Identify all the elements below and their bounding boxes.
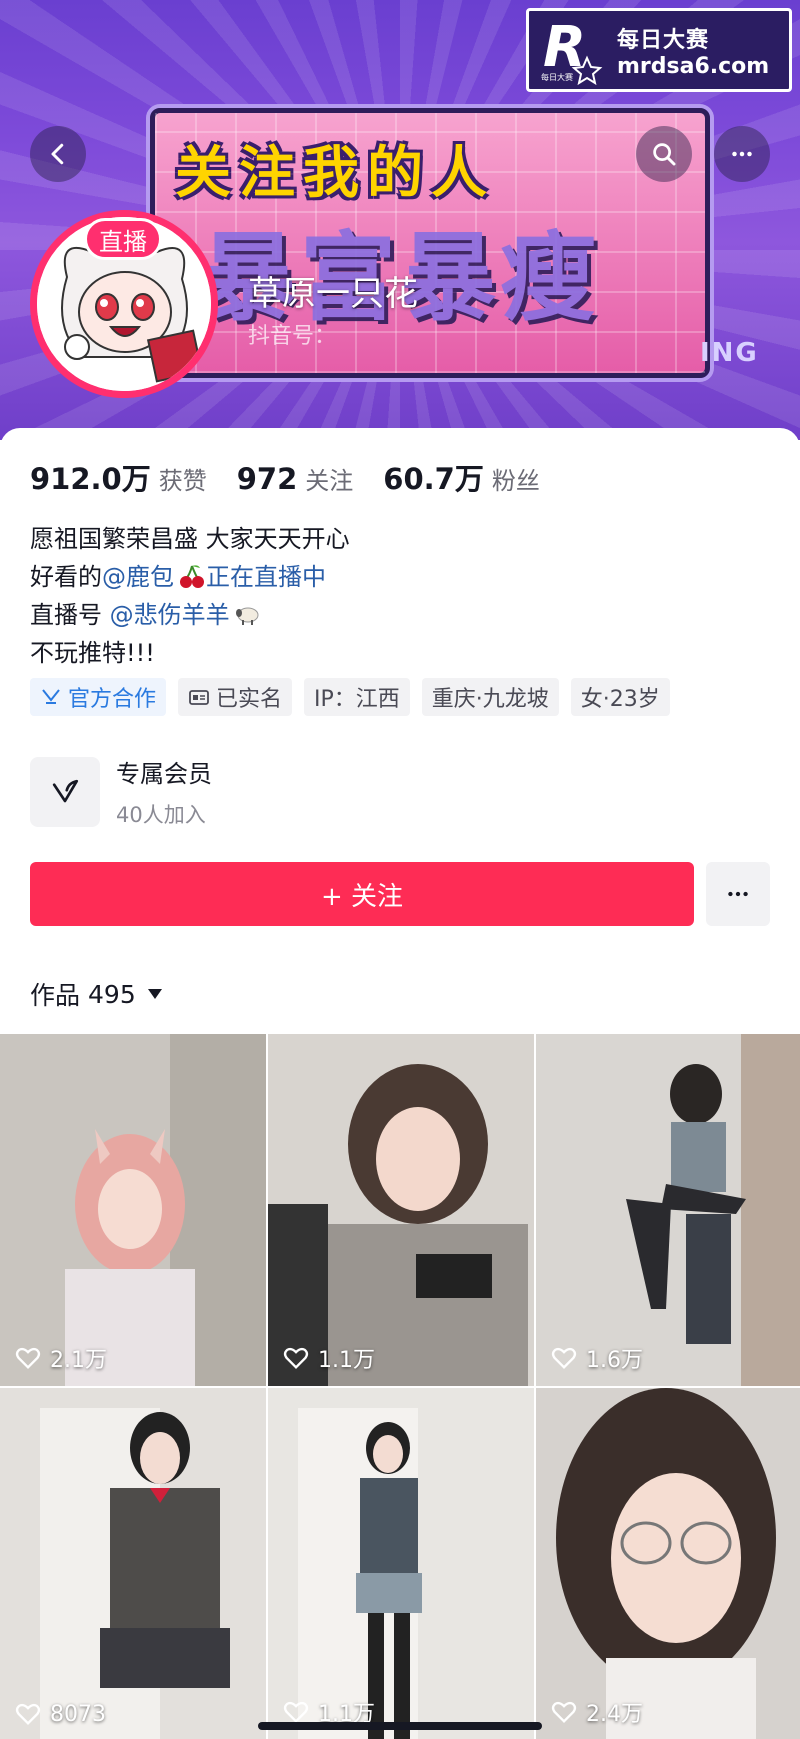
likes-count: 1.6万: [550, 1342, 643, 1374]
stat-label: 获赞: [158, 467, 207, 495]
watermark-text: 每日大赛 mrdsa6.com: [617, 22, 769, 79]
thumbnail-image: [0, 1034, 266, 1386]
watermark-title: 每日大赛: [617, 27, 710, 53]
banner-corner-text: ING: [700, 338, 759, 368]
bio: 愿祖国繁荣昌盛 大家天天开心 好看的@鹿包 正在直播中 直播号 @悲伤羊羊 不玩推…: [30, 520, 350, 672]
watermark: R 每日大赛 每日大赛 mrdsa6.com: [526, 8, 792, 92]
bio-line-2: 好看的@鹿包 正在直播中: [30, 558, 350, 596]
watermark-site: mrdsa6.com: [617, 53, 770, 79]
heart-icon: [551, 1701, 577, 1723]
member-title: 专属会员: [116, 760, 212, 788]
stat-followers[interactable]: 60.7万 粉丝: [383, 456, 540, 498]
stat-value: 912.0万: [30, 462, 151, 496]
tag-label: 女·23岁: [580, 687, 660, 712]
tag-label: IP：江西: [314, 687, 400, 712]
stat-label: 粉丝: [491, 467, 540, 495]
likes-value: 1.6万: [586, 1348, 643, 1373]
more-actions-button[interactable]: [706, 862, 770, 926]
bio-text: 好看的: [30, 563, 102, 591]
likes-count: 1.1万: [282, 1342, 375, 1374]
mention-link[interactable]: @悲伤羊羊: [110, 601, 230, 629]
video-thumbnail[interactable]: 1.1万: [268, 1034, 534, 1386]
works-tab[interactable]: 作品 495: [30, 976, 162, 1012]
likes-value: 2.1万: [50, 1348, 107, 1373]
video-grid: 2.1万 1.1万 1.6万 8073 1.1万 2.4万: [0, 1034, 800, 1739]
bio-line-3: 直播号 @悲伤羊羊: [30, 596, 350, 634]
svg-text:R: R: [543, 15, 586, 80]
banner-headline: 关注我的人: [175, 141, 495, 206]
tags-row: 官方合作 已实名 IP：江西 重庆·九龙坡 女·23岁: [30, 678, 682, 716]
caret-down-icon: [147, 989, 162, 999]
heart-icon: [15, 1703, 41, 1725]
bio-text: 直播号: [30, 601, 102, 629]
video-thumbnail[interactable]: 8073: [0, 1388, 266, 1739]
more-icon: [732, 151, 752, 157]
profile-card: 912.0万 获赞 972 关注 60.7万 粉丝 愿祖国繁荣昌盛 大家天天开心…: [0, 428, 800, 1739]
likes-value: 1.1万: [318, 1348, 375, 1373]
watermark-logo: R 每日大赛: [541, 15, 603, 86]
search-icon: [653, 143, 676, 166]
video-thumbnail[interactable]: 2.4万: [536, 1388, 800, 1739]
thumbnail-image: [268, 1388, 534, 1739]
live-status-link[interactable]: 正在直播中: [206, 563, 326, 591]
likes-count: 2.4万: [550, 1696, 643, 1728]
thumbnail-image: [536, 1388, 800, 1739]
tag-location[interactable]: 重庆·九龙坡: [421, 678, 559, 716]
live-badge[interactable]: 直播: [84, 218, 162, 260]
video-thumbnail[interactable]: 2.1万: [0, 1034, 266, 1386]
likes-count: 8073: [14, 1700, 106, 1728]
video-thumbnail[interactable]: 1.1万: [268, 1388, 534, 1739]
heart-icon: [283, 1347, 309, 1369]
sheep-icon: [235, 607, 259, 625]
stat-likes: 912.0万 获赞: [30, 456, 207, 498]
stat-value: 972: [236, 462, 298, 496]
thumbnail-image: [0, 1388, 266, 1739]
works-count: 495: [88, 979, 136, 1009]
svg-text:每日大赛: 每日大赛: [541, 72, 573, 82]
stat-following[interactable]: 972 关注: [237, 461, 354, 496]
home-indicator[interactable]: [258, 1722, 542, 1730]
tag-label: 重庆·九龙坡: [431, 687, 549, 712]
tag-label: 官方合作: [68, 687, 157, 712]
mention-link[interactable]: @鹿包: [102, 563, 174, 591]
member-text: 专属会员 40人加入: [116, 754, 212, 829]
video-thumbnail[interactable]: 1.6万: [536, 1034, 800, 1386]
tag-ip: IP：江西: [304, 678, 410, 716]
tag-label: 已实名: [216, 687, 283, 712]
membership-entry[interactable]: 专属会员 40人加入: [30, 754, 212, 829]
douyin-id: 抖音号：: [248, 324, 337, 349]
member-subtitle: 40人加入: [116, 803, 206, 827]
tag-verified[interactable]: 已实名: [178, 678, 293, 716]
thumbnail-image: [268, 1034, 534, 1386]
bio-line-1: 愿祖国繁荣昌盛 大家天天开心: [30, 525, 350, 553]
likes-value: 8073: [50, 1701, 106, 1727]
tag-gender-age: 女·23岁: [570, 678, 670, 716]
likes-count: 2.1万: [14, 1342, 107, 1374]
works-label: 作品: [30, 981, 81, 1010]
stats-row: 912.0万 获赞 972 关注 60.7万 粉丝: [30, 456, 570, 498]
stat-value: 60.7万: [383, 462, 484, 496]
more-icon: [728, 891, 748, 897]
back-button[interactable]: [30, 126, 86, 182]
cherry-icon: [180, 565, 204, 588]
likes-value: 2.4万: [586, 1702, 643, 1727]
more-options-button[interactable]: [714, 126, 770, 182]
id-card-icon: [189, 690, 209, 705]
stat-label: 关注: [305, 467, 354, 495]
heart-icon: [15, 1347, 41, 1369]
tag-official[interactable]: 官方合作: [30, 678, 167, 716]
search-button[interactable]: [636, 126, 692, 182]
thumbnail-image: [536, 1034, 800, 1386]
bio-line-4: 不玩推特!!!: [30, 639, 155, 667]
follow-button[interactable]: + 关注: [30, 862, 694, 926]
back-icon: [51, 143, 64, 165]
heart-icon: [551, 1347, 577, 1369]
member-v-icon: [30, 756, 100, 827]
official-icon: [42, 689, 60, 704]
nickname: 草原一只花: [248, 274, 418, 314]
